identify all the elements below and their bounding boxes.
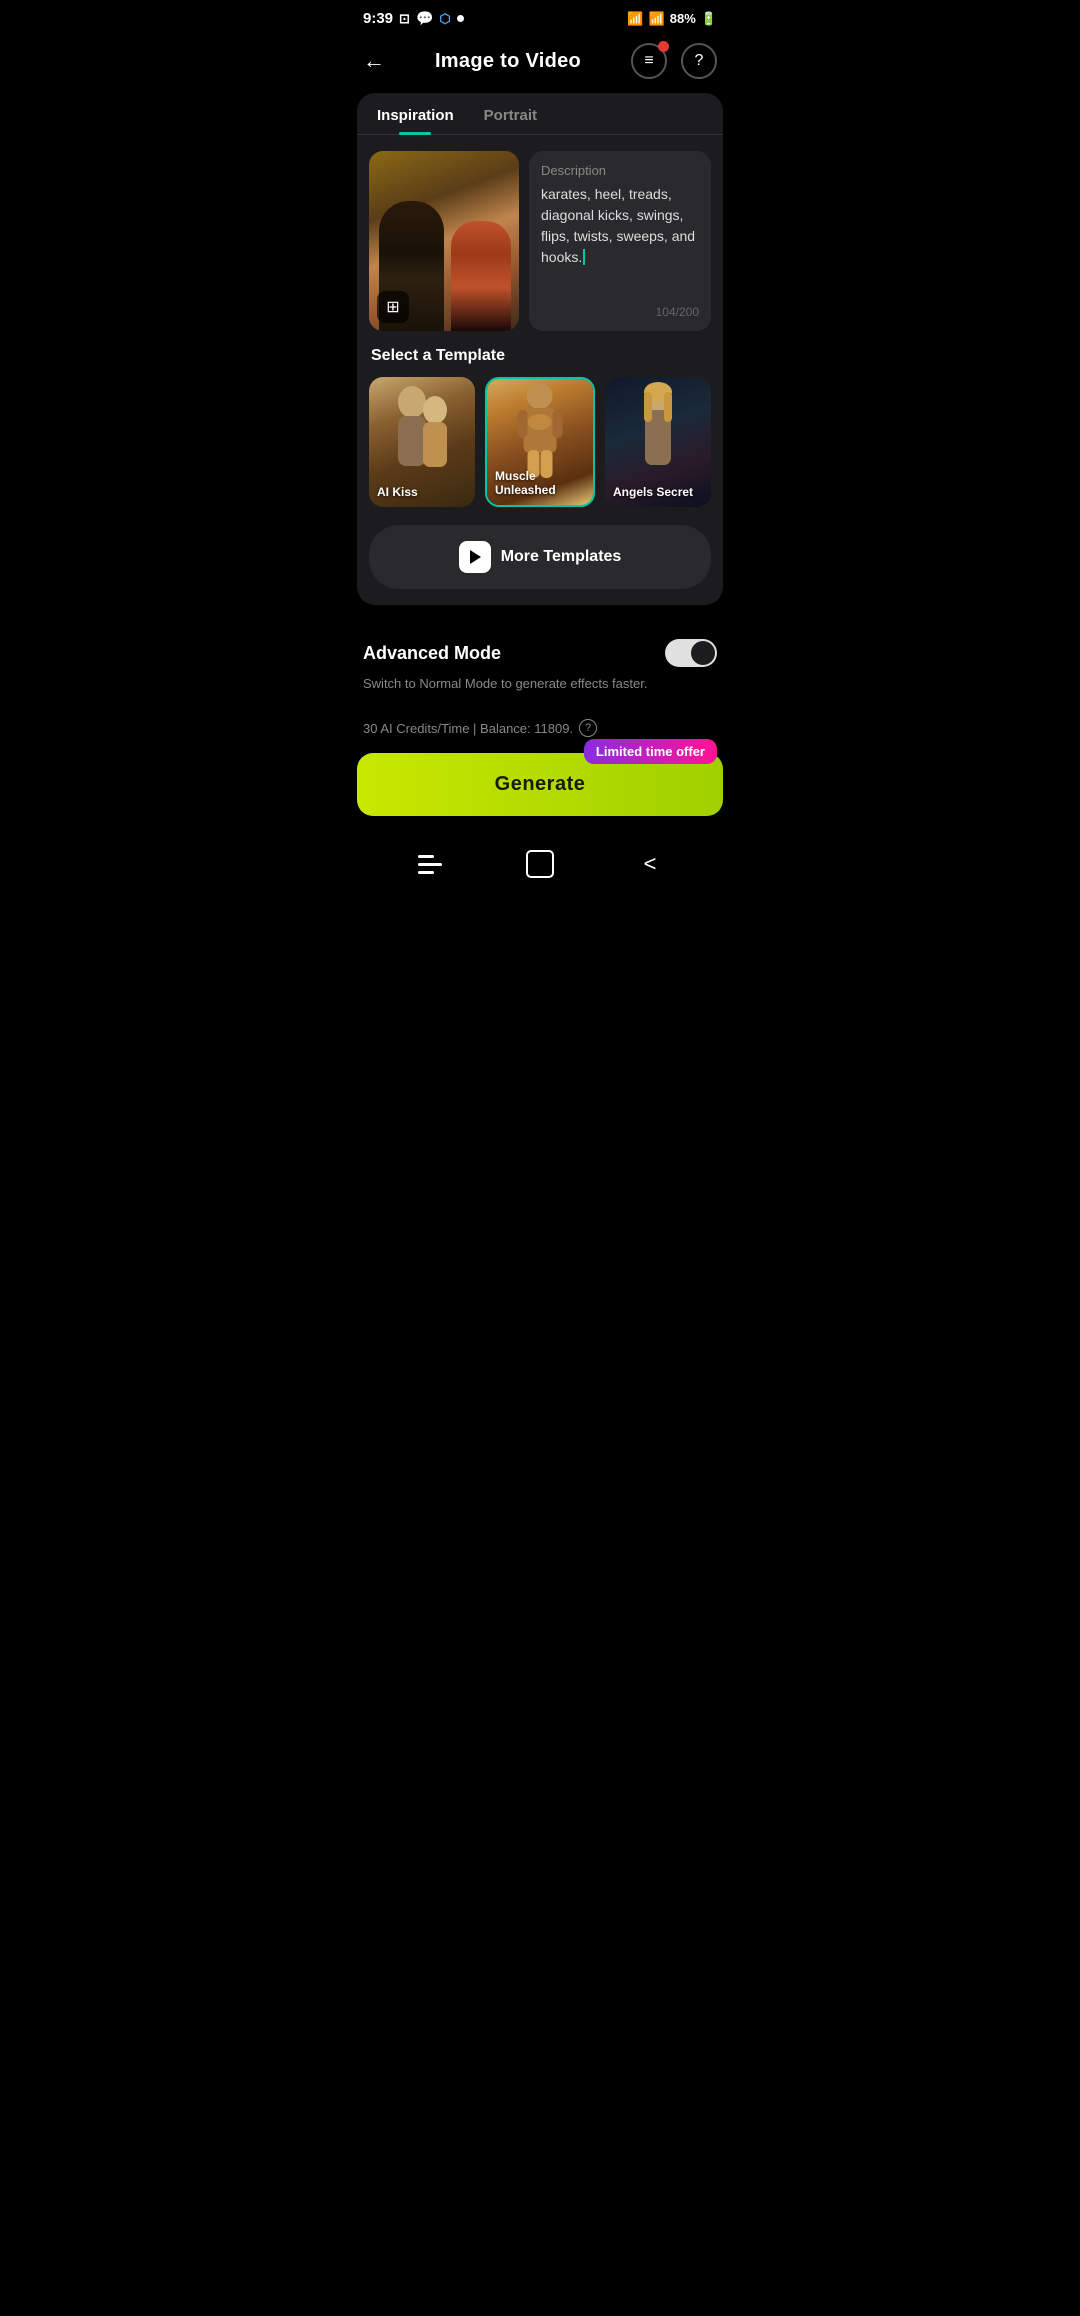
back-button[interactable]: ← xyxy=(363,48,385,74)
header: ← Image to Video ≡ ? xyxy=(345,33,735,93)
status-app-icon: ⬡ xyxy=(439,11,450,27)
status-right: 📶 📶 88% 🔋 xyxy=(627,11,717,27)
status-bar: 9:39 ⊡ 💬 ⬡ 📶 📶 88% 🔋 xyxy=(345,0,735,33)
select-template-label: Select a Template xyxy=(357,347,723,365)
angels-secret-label: Angels Secret xyxy=(613,485,693,499)
help-button[interactable]: ? xyxy=(681,43,717,79)
page-title: Image to Video xyxy=(435,50,581,73)
credits-text: 30 AI Credits/Time | Balance: 11809. xyxy=(363,721,573,736)
more-templates-button[interactable]: More Templates xyxy=(369,525,711,589)
play-triangle-icon xyxy=(470,550,481,564)
tab-inspiration[interactable]: Inspiration xyxy=(377,107,454,134)
generate-area: Limited time offer Generate xyxy=(345,747,735,832)
advanced-mode-row: Advanced Mode xyxy=(363,639,717,667)
status-dot xyxy=(457,15,464,22)
ai-kiss-label: AI Kiss xyxy=(377,485,418,499)
description-text[interactable]: karates, heel, treads, diagonal kicks, s… xyxy=(541,184,699,268)
menu-list-button[interactable]: ≡ xyxy=(631,43,667,79)
status-screen-icon: ⊡ xyxy=(399,11,410,27)
description-box: Description karates, heel, treads, diago… xyxy=(529,151,711,331)
templates-row: AI Kiss Muscle Unleashed xyxy=(357,377,723,507)
status-time: 9:39 xyxy=(363,10,393,27)
main-card: Inspiration Portrait ⊞ Description karat… xyxy=(357,93,723,605)
three-lines-icon xyxy=(418,855,442,874)
advanced-mode-toggle[interactable] xyxy=(665,639,717,667)
toggle-knob xyxy=(691,641,715,665)
template-ai-kiss[interactable]: AI Kiss xyxy=(369,377,475,507)
play-icon-wrap xyxy=(459,541,491,573)
battery-text: 88% xyxy=(670,11,696,26)
muscle-figure xyxy=(508,382,573,482)
template-angels-secret[interactable]: Angels Secret xyxy=(605,377,711,507)
image-add-icon: ⊞ xyxy=(386,297,399,317)
image-add-button[interactable]: ⊞ xyxy=(377,291,409,323)
info-icon: ? xyxy=(585,722,591,734)
wifi-icon: 📶 xyxy=(627,11,643,27)
more-templates-label: More Templates xyxy=(501,548,622,566)
description-label: Description xyxy=(541,163,699,178)
status-left: 9:39 ⊡ 💬 ⬡ xyxy=(363,10,464,27)
template-muscle-unleashed[interactable]: Muscle Unleashed xyxy=(485,377,595,507)
credits-info-button[interactable]: ? xyxy=(579,719,597,737)
notification-dot xyxy=(658,41,669,52)
tabs-container: Inspiration Portrait xyxy=(357,93,723,135)
content-row: ⊞ Description karates, heel, treads, dia… xyxy=(357,151,723,331)
ai-kiss-figure xyxy=(387,382,457,477)
help-icon: ? xyxy=(695,52,704,70)
uploaded-image[interactable]: ⊞ xyxy=(369,151,519,331)
muscle-unleashed-label: Muscle Unleashed xyxy=(495,469,593,497)
nav-menu-button[interactable] xyxy=(412,846,448,882)
back-chevron-icon: < xyxy=(644,851,657,877)
home-square-icon xyxy=(526,850,554,878)
advanced-mode-section: Advanced Mode Switch to Normal Mode to g… xyxy=(345,619,735,703)
status-message-icon: 💬 xyxy=(416,10,433,27)
char-count: 104/200 xyxy=(541,305,699,319)
menu-list-icon: ≡ xyxy=(644,52,653,70)
nav-home-button[interactable] xyxy=(522,846,558,882)
advanced-mode-description: Switch to Normal Mode to generate effect… xyxy=(363,675,717,693)
advanced-mode-title: Advanced Mode xyxy=(363,643,501,664)
nav-bar: < xyxy=(345,832,735,902)
signal-icon: 📶 xyxy=(649,11,665,27)
header-icons: ≡ ? xyxy=(631,43,717,79)
angels-figure xyxy=(628,382,688,477)
limited-offer-badge: Limited time offer xyxy=(584,739,717,764)
nav-back-button[interactable]: < xyxy=(632,846,668,882)
tab-portrait[interactable]: Portrait xyxy=(484,107,537,134)
battery-icon: 🔋 xyxy=(701,11,717,27)
